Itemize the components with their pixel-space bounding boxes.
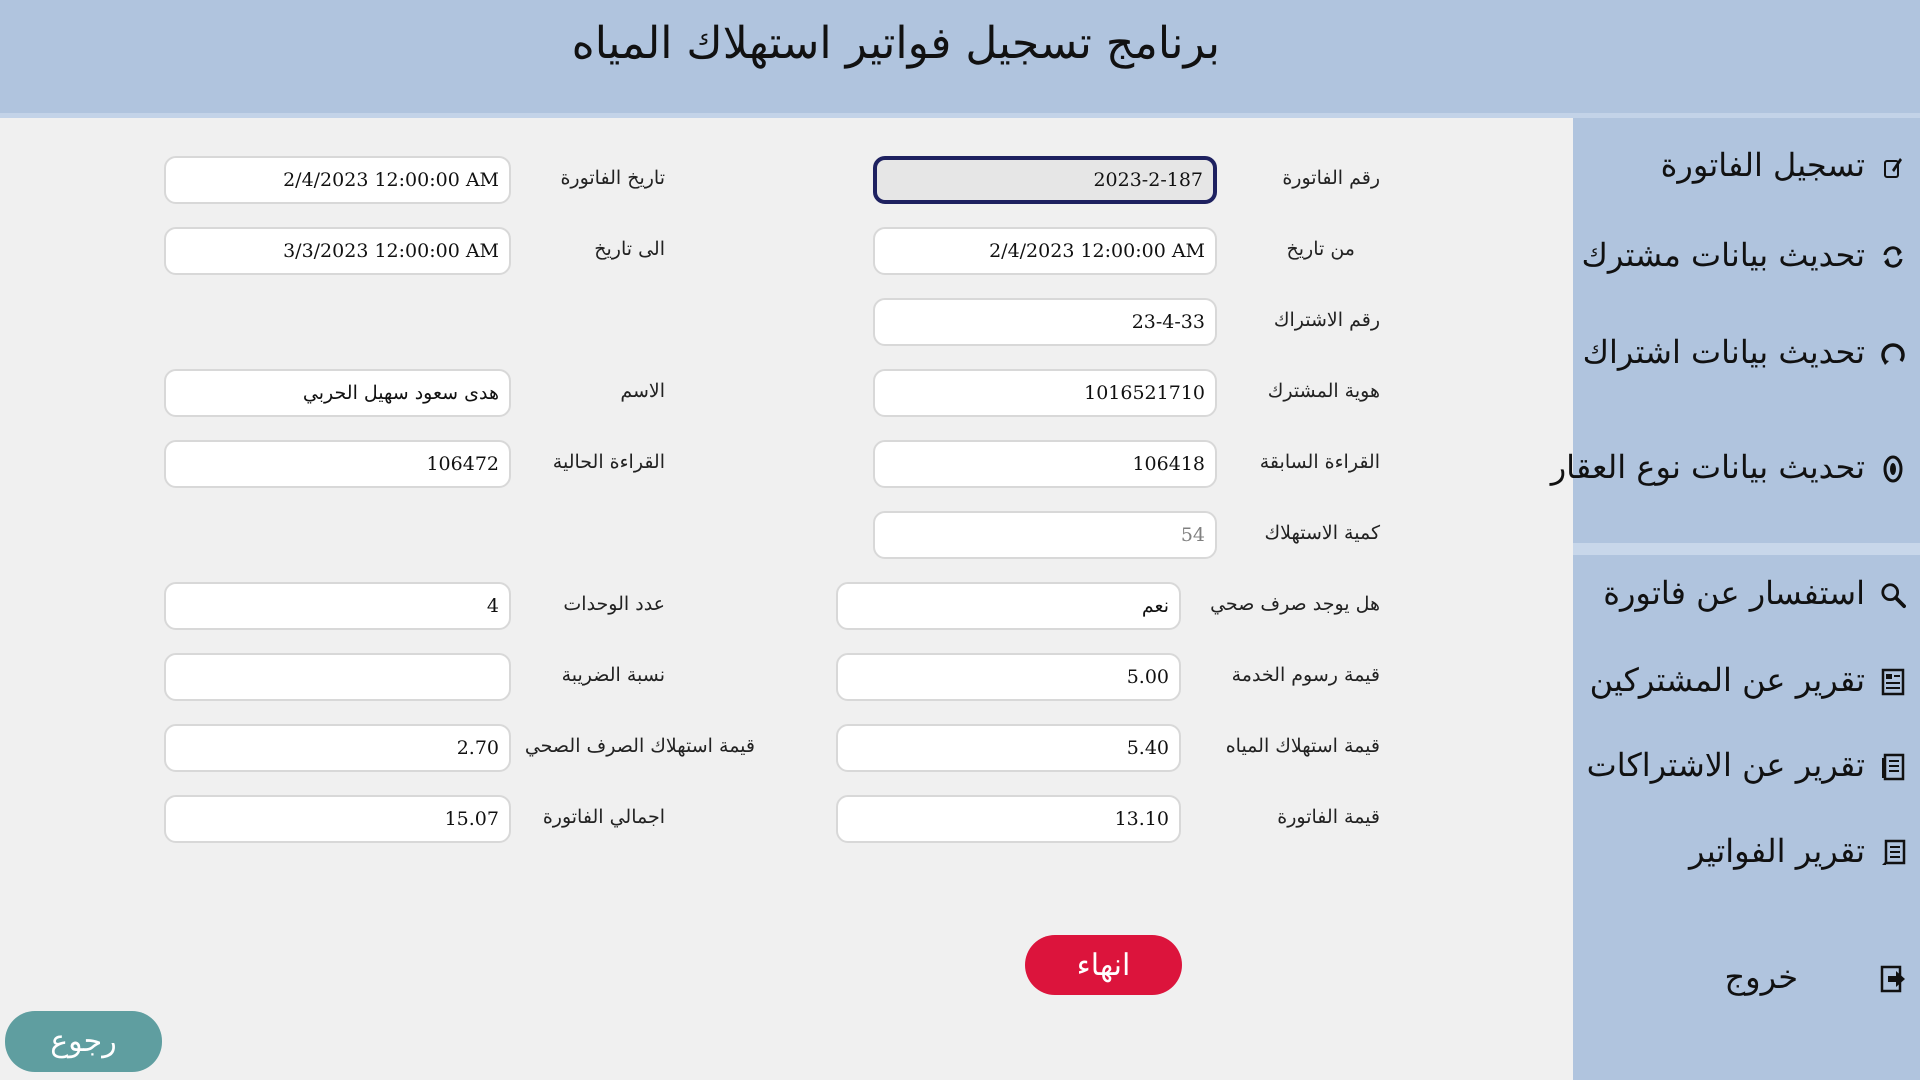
sidebar-item-update-property-type[interactable]: تحديث بيانات نوع العقار (1551, 440, 1920, 500)
current-reading-label: القراءة الحالية (552, 451, 665, 473)
invoice-value-field[interactable] (836, 795, 1181, 843)
sewage-cost-field[interactable] (164, 724, 511, 772)
subscription-number-label: رقم الاشتراك (1273, 309, 1380, 331)
subscriber-id-field[interactable] (873, 369, 1217, 417)
sewage-cost-label: قيمة استهلاك الصرف الصحي (524, 735, 755, 757)
sidebar-divider (1573, 543, 1920, 555)
from-date-label: من تاريخ (1286, 238, 1356, 260)
sidebar-item-label: تقرير عن الاشتراكات (1586, 746, 1865, 784)
invoice-date-field[interactable] (164, 156, 511, 204)
invoice-date-label: تاريخ الفاتورة (560, 167, 665, 189)
consumption-field[interactable] (873, 511, 1217, 559)
location-icon (1880, 454, 1906, 484)
refresh-icon (1880, 242, 1906, 272)
tax-rate-label: نسبة الضريبة (561, 664, 665, 686)
invoice-total-label: اجمالي الفاتورة (542, 806, 665, 828)
name-label: الاسم (620, 380, 665, 402)
search-icon (1880, 580, 1906, 610)
water-cost-label: قيمة استهلاك المياه (1225, 735, 1380, 757)
sidebar-item-label: تقرير عن المشتركين (1589, 661, 1865, 699)
subscriber-id-label: هوية المشترك (1267, 380, 1380, 402)
to-date-field[interactable] (164, 227, 511, 275)
sewage-field[interactable] (836, 582, 1181, 630)
report-icon (1880, 667, 1906, 697)
subscription-number-field[interactable] (873, 298, 1217, 346)
tax-rate-field[interactable] (164, 653, 511, 701)
sidebar-item-register-invoice[interactable]: تسجيل الفاتورة (1573, 138, 1920, 198)
invoice-value-label: قيمة الفاتورة (1277, 806, 1380, 828)
sidebar-item-invoice-inquiry[interactable]: استفسار عن فاتورة (1573, 566, 1920, 626)
from-date-field[interactable] (873, 227, 1217, 275)
previous-reading-field[interactable] (873, 440, 1217, 488)
consumption-label: كمية الاستهلاك (1264, 522, 1380, 544)
sidebar-item-label: خروج (1724, 958, 1798, 996)
previous-reading-label: القراءة السابقة (1259, 451, 1380, 473)
sidebar-item-label: تحديث بيانات اشتراك (1582, 333, 1865, 371)
sidebar-item-label: تسجيل الفاتورة (1660, 146, 1865, 184)
to-date-label: الى تاريخ (594, 238, 665, 260)
sidebar-item-label: تحديث بيانات نوع العقار (1550, 448, 1865, 486)
invoice-number-label: رقم الفاتورة (1282, 167, 1380, 189)
edit-icon (1880, 152, 1906, 182)
sidebar-item-subscriptions-report[interactable]: تقرير عن الاشتراكات (1573, 738, 1920, 798)
exit-icon (1880, 964, 1906, 994)
sidebar-item-label: استفسار عن فاتورة (1603, 574, 1865, 612)
invoice-number-field[interactable] (873, 156, 1217, 204)
sidebar: تسجيل الفاتورة تحديث بيانات مشترك تحديث … (1551, 118, 1920, 1080)
sidebar-item-invoices-report[interactable]: تقرير الفواتير (1573, 824, 1920, 884)
name-field[interactable] (164, 369, 511, 417)
sidebar-item-label: تحديث بيانات مشترك (1581, 236, 1866, 274)
sidebar-item-update-subscription[interactable]: تحديث بيانات اشتراك (1573, 325, 1920, 385)
units-label: عدد الوحدات (563, 593, 665, 615)
report-icon (1880, 752, 1906, 782)
sidebar-item-subscribers-report[interactable]: تقرير عن المشتركين (1573, 653, 1920, 713)
sidebar-item-update-subscriber[interactable]: تحديث بيانات مشترك (1573, 228, 1920, 288)
sewage-label: هل يوجد صرف صحي (1210, 593, 1380, 615)
report-icon (1880, 838, 1906, 868)
app-title: برنامج تسجيل فواتير استهلاك المياه (571, 18, 1220, 69)
units-field[interactable] (164, 582, 511, 630)
service-fee-label: قيمة رسوم الخدمة (1231, 664, 1380, 686)
app-header: برنامج تسجيل فواتير استهلاك المياه (0, 0, 1920, 118)
cycle-icon (1880, 339, 1906, 369)
sidebar-item-label: تقرير الفواتير (1689, 832, 1865, 870)
back-button[interactable]: رجوع (5, 1011, 162, 1072)
finish-button[interactable]: انهاء (1025, 935, 1182, 995)
sidebar-item-exit[interactable]: خروج (1573, 950, 1920, 1010)
current-reading-field[interactable] (164, 440, 511, 488)
water-cost-field[interactable] (836, 724, 1181, 772)
invoice-total-field[interactable] (164, 795, 511, 843)
service-fee-field[interactable] (836, 653, 1181, 701)
